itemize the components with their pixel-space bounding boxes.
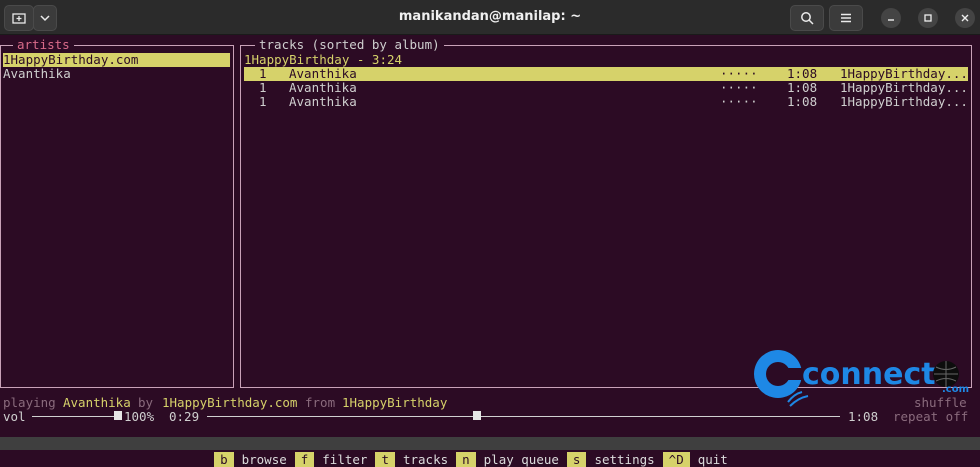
hamburger-icon [841, 13, 851, 23]
track-rating: ····· [720, 94, 758, 109]
progress-slider-handle[interactable] [473, 411, 481, 420]
track-rating: ····· [720, 80, 758, 95]
close-icon [961, 14, 969, 22]
key-settings-label[interactable]: settings [586, 452, 662, 467]
key-settings[interactable]: s [566, 452, 587, 467]
shortcut-bar: b browse f filter t tracks n play queue s setting… [0, 437, 980, 467]
key-tracks[interactable]: t [375, 452, 395, 467]
track-rating: ····· [720, 66, 758, 81]
search-icon [801, 12, 814, 25]
key-browse[interactable]: b [214, 452, 234, 467]
playing-album: 1HappyBirthday [342, 395, 448, 410]
key-browse-label[interactable]: browse [234, 452, 295, 467]
key-filter-label[interactable]: filter [314, 452, 375, 467]
album-header: 1HappyBirthday - 3:24 [244, 52, 403, 67]
key-play-queue-label[interactable]: play queue [476, 452, 567, 467]
watermark-suffix: .com [942, 384, 969, 395]
track-title: Avanthika [289, 94, 357, 109]
watermark-text: connect [802, 357, 936, 392]
volume-slider-track[interactable] [32, 416, 118, 417]
search-button[interactable] [790, 5, 824, 31]
track-number: 1 [259, 80, 267, 95]
key-tracks-label[interactable]: tracks [395, 452, 456, 467]
tracks-panel-title: tracks (sorted by album) [255, 37, 444, 53]
maximize-button[interactable] [918, 8, 938, 28]
playing-artist: 1HappyBirthday.com [162, 395, 298, 410]
track-duration: 1:08 [787, 94, 818, 109]
track-album: 1HappyBirthday... [840, 66, 968, 81]
track-album: 1HappyBirthday... [840, 80, 968, 95]
key-play-queue[interactable]: n [456, 452, 476, 467]
from-label: from [305, 395, 336, 410]
artists-panel-title: artists [13, 37, 74, 53]
track-title: Avanthika [289, 80, 357, 95]
by-label: by [138, 395, 154, 410]
track-album: 1HappyBirthday... [840, 94, 968, 109]
total-time: 1:08 [848, 409, 879, 424]
track-title: Avanthika [289, 66, 357, 81]
key-quit-label[interactable]: quit [690, 452, 736, 467]
maximize-icon [924, 14, 932, 22]
shuffle-status[interactable]: shuffle [914, 396, 967, 410]
artist-item[interactable]: Avanthika [3, 67, 71, 81]
menu-button[interactable] [829, 5, 863, 31]
minimize-button[interactable] [881, 8, 901, 28]
title-bar: manikandan@manilap: ~ [0, 0, 980, 35]
progress-slider-track[interactable] [207, 416, 840, 417]
volume-value: 100% [124, 409, 155, 424]
vol-label: vol [3, 409, 26, 424]
playing-label: playing [3, 395, 56, 410]
minimize-icon [888, 19, 894, 21]
repeat-status[interactable]: repeat off [893, 410, 968, 424]
track-duration: 1:08 [787, 80, 818, 95]
key-quit[interactable]: ^D [662, 452, 690, 467]
elapsed-time: 0:29 [169, 409, 200, 424]
artists-panel: artists [0, 37, 234, 388]
playing-track: Avanthika [63, 395, 131, 410]
track-duration: 1:08 [787, 66, 818, 81]
close-button[interactable] [955, 8, 975, 28]
volume-slider-handle[interactable] [114, 411, 122, 420]
artist-item-selected[interactable]: 1HappyBirthday.com [3, 53, 230, 67]
key-filter[interactable]: f [294, 452, 315, 467]
track-number: 1 [259, 66, 267, 81]
track-number: 1 [259, 94, 267, 109]
